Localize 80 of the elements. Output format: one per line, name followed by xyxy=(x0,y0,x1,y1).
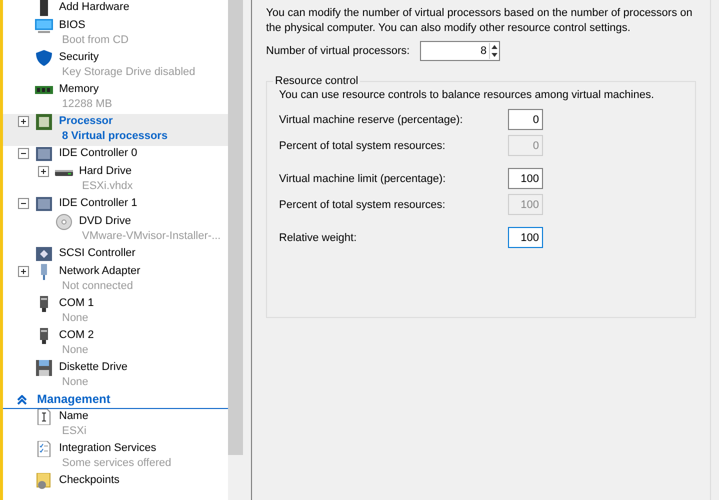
controller-icon xyxy=(35,146,53,162)
item-label: DVD Drive xyxy=(79,214,132,229)
number-field[interactable]: 0 xyxy=(508,109,543,130)
item-detail: Some services offered xyxy=(62,456,172,471)
item-label: COM 2 xyxy=(59,328,94,343)
field-label: Percent of total system resources: xyxy=(279,140,446,152)
tree-item[interactable]: Checkpoints xyxy=(3,473,228,491)
field-label: Virtual machine reserve (percentage): xyxy=(279,114,463,126)
item-detail: 8 Virtual processors xyxy=(62,129,168,144)
spin-down-icon[interactable] xyxy=(490,51,499,59)
number-field[interactable]: 100 xyxy=(508,227,543,248)
field-label: Percent of total system resources: xyxy=(279,198,446,210)
item-detail: ESXi xyxy=(62,424,88,439)
item-detail: ESXi.vhdx xyxy=(82,179,133,194)
controller-icon xyxy=(35,246,53,262)
item-detail: None xyxy=(62,311,90,326)
shield-icon xyxy=(35,50,53,66)
floppy-icon xyxy=(35,360,53,376)
tree-item[interactable]: IDE Controller 0 xyxy=(3,146,228,164)
tree-item[interactable]: Diskette Drive None xyxy=(3,360,228,392)
checklist-icon xyxy=(35,441,53,457)
collapse-icon[interactable] xyxy=(18,198,29,209)
field-label: Number of virtual processors: xyxy=(266,45,410,57)
item-label: COM 1 xyxy=(59,296,94,311)
item-label: SCSI Controller xyxy=(59,246,136,261)
item-detail: None xyxy=(62,375,90,390)
description-text: You can modify the number of virtual processors based on the number of processors on the physical computer. You can also modify other resource control settings. xyxy=(266,6,694,36)
item-label: IDE Controller 0 xyxy=(59,146,138,161)
document-icon xyxy=(35,409,53,425)
item-label: Name xyxy=(59,409,88,424)
collapse-icon[interactable] xyxy=(18,148,29,159)
tree-item[interactable]: DVD Drive VMware-VMvisor-Installer-... xyxy=(3,214,228,246)
item-detail: Key Storage Drive disabled xyxy=(62,65,196,80)
controller-icon xyxy=(35,196,53,212)
field-label: Virtual machine limit (percentage): xyxy=(279,172,446,184)
section-header[interactable]: Management xyxy=(3,392,228,409)
expand-icon[interactable] xyxy=(18,266,29,277)
chevron-up-icon xyxy=(17,394,27,404)
item-label: Hard Drive xyxy=(79,164,133,179)
item-label: Integration Services xyxy=(59,441,158,456)
item-label: Checkpoints xyxy=(59,473,120,488)
spin-up-icon[interactable] xyxy=(490,43,499,51)
item-label: Security xyxy=(59,50,100,65)
tree-item[interactable]: SCSI Controller xyxy=(3,246,228,264)
item-detail: None xyxy=(62,343,90,358)
group-title: Resource control xyxy=(274,75,360,87)
item-detail: 12288 MB xyxy=(62,97,112,112)
item-label: Processor xyxy=(59,114,114,129)
disc-icon xyxy=(55,214,73,230)
chip-icon xyxy=(35,114,53,130)
expand-icon[interactable] xyxy=(38,166,49,177)
tree-item[interactable]: Name ESXi xyxy=(3,409,228,441)
tree-item[interactable]: Network Adapter Not connected xyxy=(3,264,228,296)
item-detail: VMware-VMvisor-Installer-... xyxy=(82,229,221,244)
tree-item[interactable]: Add Hardware xyxy=(3,0,228,18)
tree-item[interactable]: Security Key Storage Drive disabled xyxy=(3,50,228,82)
tree-item[interactable]: IDE Controller 1 xyxy=(3,196,228,214)
group-description: You can use resource controls to balance resources among virtual machines. xyxy=(279,89,656,101)
number-field[interactable]: 100 xyxy=(508,168,543,189)
item-label: Network Adapter xyxy=(59,264,140,279)
item-detail: Boot from CD xyxy=(62,33,129,48)
tree-item[interactable]: Integration Services Some services offered xyxy=(3,441,228,473)
item-label: IDE Controller 1 xyxy=(59,196,138,211)
expand-icon[interactable] xyxy=(18,116,29,127)
monitor-icon xyxy=(35,18,53,34)
tree-item[interactable]: Processor 8 Virtual processors xyxy=(3,114,228,146)
item-detail: Not connected xyxy=(62,279,134,294)
item-label: Diskette Drive xyxy=(59,360,128,375)
item-label: BIOS xyxy=(59,18,86,33)
field-label: Relative weight: xyxy=(279,232,357,244)
tree-item[interactable]: COM 2 None xyxy=(3,328,228,360)
tree-item[interactable]: Memory 12288 MB xyxy=(3,82,228,114)
checkpoint-icon xyxy=(35,473,53,489)
drive-icon xyxy=(55,170,73,176)
item-label: Add Hardware xyxy=(59,0,130,15)
item-label: Memory xyxy=(59,82,100,97)
tree-item[interactable]: COM 1 None xyxy=(3,296,228,328)
processor-count-spinner[interactable]: 8 xyxy=(420,41,500,61)
tree-item[interactable]: BIOS Boot from CD xyxy=(3,18,228,50)
tree-item[interactable]: Hard Drive ESXi.vhdx xyxy=(3,164,228,196)
